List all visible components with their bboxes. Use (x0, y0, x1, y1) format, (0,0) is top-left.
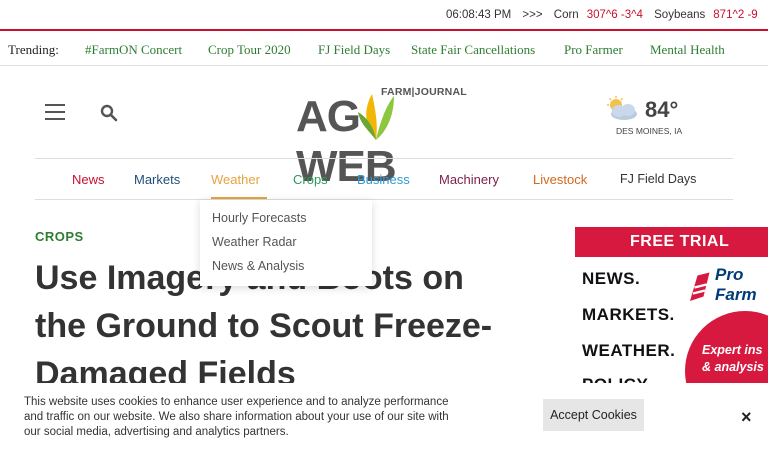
ticker-arrows[interactable]: >>> (522, 9, 542, 21)
article-category[interactable]: CROPS (35, 229, 84, 244)
ad-word: POLICY. (582, 375, 652, 383)
ad-word: WEATHER. (582, 341, 676, 360)
weather-location: DES MOINES, IA (616, 126, 683, 136)
ad-banner-text: FREE TRIAL (630, 233, 730, 250)
ad-pitch-line: & analysis (702, 360, 764, 374)
nav-livestock[interactable]: Livestock (533, 172, 587, 187)
nav-machinery[interactable]: Machinery (439, 172, 499, 187)
weather-dropdown-menu: Hourly Forecasts Weather Radar News & An… (200, 200, 372, 286)
trending-link[interactable]: FJ Field Days (318, 42, 390, 58)
ticker-time: 06:08:43 PM (446, 9, 512, 21)
partly-sunny-icon (607, 96, 637, 120)
ticker-soybeans-value: 871^2 -9 (713, 9, 758, 21)
ad-banner: FREE TRIAL (575, 227, 768, 257)
ad-brand-farm: Farm (715, 285, 757, 304)
headline-line: the Ground to Scout Freeze- (35, 307, 493, 345)
pro-farmer-ad[interactable]: FREE TRIAL NEWS. MARKETS. WEATHER. POLIC… (575, 227, 768, 383)
trending-bar: Trending: #FarmON Concert Crop Tour 2020… (0, 33, 768, 66)
search-icon[interactable] (100, 104, 118, 122)
main-nav: News Markets Weather Crops Business Mach… (35, 158, 733, 200)
market-ticker: 06:08:43 PM >>> Corn 307^6 -3^4 Soybeans 8… (0, 0, 768, 31)
ticker-soybeans-label: Soybeans (654, 9, 706, 21)
nav-markets[interactable]: Markets (134, 172, 180, 187)
accept-cookies-button[interactable]: Accept Cookies (543, 399, 644, 431)
trending-link[interactable]: #FarmON Concert (85, 42, 182, 58)
nav-weather[interactable]: Weather (211, 172, 260, 187)
trending-link[interactable]: Crop Tour 2020 (208, 42, 291, 58)
ad-pitch-line: Expert ins (702, 343, 763, 357)
ad-word: NEWS. (582, 269, 641, 288)
nav-business[interactable]: Business (357, 172, 410, 187)
pro-farmer-flag-icon (690, 272, 710, 301)
dropdown-item-news-analysis[interactable]: News & Analysis (212, 259, 304, 273)
leaf-logo-icon (358, 94, 394, 140)
agweb-logo[interactable]: FARM|JOURNAL AGWEB (296, 86, 474, 191)
weather-temperature: 84° (645, 97, 679, 122)
hamburger-menu-icon[interactable] (45, 104, 65, 120)
cookie-notice-text: This website uses cookies to enhance use… (24, 396, 449, 438)
ad-word: MARKETS. (582, 305, 675, 324)
nav-active-indicator (211, 197, 267, 199)
ad-brand-pro: Pro (715, 265, 744, 284)
dropdown-item-weather-radar[interactable]: Weather Radar (212, 235, 297, 249)
trending-link[interactable]: Pro Farmer (564, 42, 623, 58)
cookie-banner: This website uses cookies to enhance use… (0, 383, 768, 450)
ticker-corn-label: Corn (553, 9, 579, 21)
dropdown-item-hourly-forecasts[interactable]: Hourly Forecasts (212, 211, 306, 225)
weather-widget[interactable]: 84° DES MOINES, IA (604, 94, 688, 138)
ticker-content: 06:08:43 PM >>> Corn 307^6 -3^4 Soybeans 8… (446, 9, 766, 21)
close-icon[interactable]: × (741, 407, 752, 428)
nav-crops[interactable]: Crops (293, 172, 328, 187)
trending-label: Trending: (8, 42, 59, 57)
nav-fj-field-days[interactable]: FJ Field Days (620, 172, 696, 186)
trending-link[interactable]: Mental Health (650, 42, 725, 58)
nav-news[interactable]: News (72, 172, 105, 187)
trending-link[interactable]: State Fair Cancellations (411, 42, 535, 58)
ticker-corn-value: 307^6 -3^4 (586, 9, 643, 21)
